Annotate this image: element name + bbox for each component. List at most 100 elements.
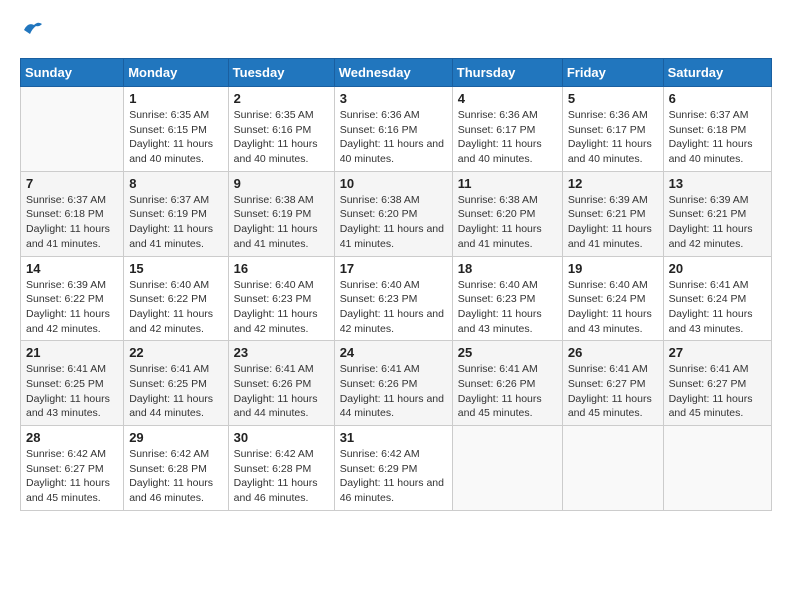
sunrise-text: Sunrise: 6:41 AM	[129, 363, 209, 375]
daylight-text: Daylight: 11 hours and 41 minutes.	[458, 223, 542, 250]
week-row-4: 21 Sunrise: 6:41 AM Sunset: 6:25 PM Dayl…	[21, 341, 772, 426]
sunrise-text: Sunrise: 6:40 AM	[129, 279, 209, 291]
cell-info: Sunrise: 6:41 AM Sunset: 6:27 PM Dayligh…	[568, 362, 658, 421]
cell-info: Sunrise: 6:42 AM Sunset: 6:28 PM Dayligh…	[234, 447, 329, 506]
sunset-text: Sunset: 6:16 PM	[234, 124, 312, 136]
day-number: 21	[26, 345, 118, 360]
week-row-1: 1 Sunrise: 6:35 AM Sunset: 6:15 PM Dayli…	[21, 87, 772, 172]
sunrise-text: Sunrise: 6:39 AM	[26, 279, 106, 291]
day-number: 9	[234, 176, 329, 191]
sunset-text: Sunset: 6:18 PM	[26, 208, 104, 220]
day-number: 2	[234, 91, 329, 106]
day-number: 29	[129, 430, 222, 445]
daylight-text: Daylight: 11 hours and 41 minutes.	[340, 223, 444, 250]
calendar-cell: 29 Sunrise: 6:42 AM Sunset: 6:28 PM Dayl…	[124, 426, 228, 511]
cell-info: Sunrise: 6:35 AM Sunset: 6:16 PM Dayligh…	[234, 108, 329, 167]
day-number: 16	[234, 261, 329, 276]
daylight-text: Daylight: 11 hours and 46 minutes.	[234, 477, 318, 504]
calendar-cell: 5 Sunrise: 6:36 AM Sunset: 6:17 PM Dayli…	[562, 87, 663, 172]
cell-info: Sunrise: 6:37 AM Sunset: 6:19 PM Dayligh…	[129, 193, 222, 252]
sunset-text: Sunset: 6:17 PM	[568, 124, 646, 136]
logo	[20, 20, 44, 48]
sunset-text: Sunset: 6:23 PM	[458, 293, 536, 305]
day-number: 13	[669, 176, 766, 191]
cell-info: Sunrise: 6:40 AM Sunset: 6:24 PM Dayligh…	[568, 278, 658, 337]
day-number: 20	[669, 261, 766, 276]
day-number: 10	[340, 176, 447, 191]
calendar-cell: 10 Sunrise: 6:38 AM Sunset: 6:20 PM Dayl…	[334, 171, 452, 256]
cell-info: Sunrise: 6:41 AM Sunset: 6:26 PM Dayligh…	[234, 362, 329, 421]
calendar-cell: 20 Sunrise: 6:41 AM Sunset: 6:24 PM Dayl…	[663, 256, 771, 341]
daylight-text: Daylight: 11 hours and 40 minutes.	[458, 138, 542, 165]
sunrise-text: Sunrise: 6:39 AM	[568, 194, 648, 206]
sunset-text: Sunset: 6:19 PM	[129, 208, 207, 220]
sunrise-text: Sunrise: 6:35 AM	[129, 109, 209, 121]
daylight-text: Daylight: 11 hours and 46 minutes.	[340, 477, 444, 504]
weekday-header-sunday: Sunday	[21, 59, 124, 87]
cell-info: Sunrise: 6:42 AM Sunset: 6:28 PM Dayligh…	[129, 447, 222, 506]
sunset-text: Sunset: 6:26 PM	[458, 378, 536, 390]
calendar-cell: 2 Sunrise: 6:35 AM Sunset: 6:16 PM Dayli…	[228, 87, 334, 172]
sunset-text: Sunset: 6:27 PM	[26, 463, 104, 475]
sunset-text: Sunset: 6:29 PM	[340, 463, 418, 475]
daylight-text: Daylight: 11 hours and 40 minutes.	[568, 138, 652, 165]
calendar-cell: 9 Sunrise: 6:38 AM Sunset: 6:19 PM Dayli…	[228, 171, 334, 256]
sunrise-text: Sunrise: 6:40 AM	[458, 279, 538, 291]
calendar-cell	[452, 426, 562, 511]
daylight-text: Daylight: 11 hours and 44 minutes.	[129, 393, 213, 420]
day-number: 17	[340, 261, 447, 276]
daylight-text: Daylight: 11 hours and 40 minutes.	[340, 138, 444, 165]
cell-info: Sunrise: 6:39 AM Sunset: 6:22 PM Dayligh…	[26, 278, 118, 337]
calendar-cell: 8 Sunrise: 6:37 AM Sunset: 6:19 PM Dayli…	[124, 171, 228, 256]
day-number: 11	[458, 176, 557, 191]
day-number: 8	[129, 176, 222, 191]
sunrise-text: Sunrise: 6:37 AM	[669, 109, 749, 121]
cell-info: Sunrise: 6:37 AM Sunset: 6:18 PM Dayligh…	[669, 108, 766, 167]
cell-info: Sunrise: 6:40 AM Sunset: 6:23 PM Dayligh…	[234, 278, 329, 337]
weekday-header-thursday: Thursday	[452, 59, 562, 87]
weekday-header-row: SundayMondayTuesdayWednesdayThursdayFrid…	[21, 59, 772, 87]
daylight-text: Daylight: 11 hours and 41 minutes.	[568, 223, 652, 250]
sunset-text: Sunset: 6:23 PM	[340, 293, 418, 305]
day-number: 1	[129, 91, 222, 106]
cell-info: Sunrise: 6:39 AM Sunset: 6:21 PM Dayligh…	[568, 193, 658, 252]
cell-info: Sunrise: 6:42 AM Sunset: 6:27 PM Dayligh…	[26, 447, 118, 506]
sunrise-text: Sunrise: 6:38 AM	[234, 194, 314, 206]
daylight-text: Daylight: 11 hours and 45 minutes.	[669, 393, 753, 420]
sunrise-text: Sunrise: 6:42 AM	[340, 448, 420, 460]
daylight-text: Daylight: 11 hours and 43 minutes.	[669, 308, 753, 335]
page-header	[20, 20, 772, 48]
sunset-text: Sunset: 6:27 PM	[568, 378, 646, 390]
calendar-cell: 11 Sunrise: 6:38 AM Sunset: 6:20 PM Dayl…	[452, 171, 562, 256]
day-number: 28	[26, 430, 118, 445]
sunset-text: Sunset: 6:19 PM	[234, 208, 312, 220]
sunrise-text: Sunrise: 6:35 AM	[234, 109, 314, 121]
calendar-cell: 18 Sunrise: 6:40 AM Sunset: 6:23 PM Dayl…	[452, 256, 562, 341]
day-number: 22	[129, 345, 222, 360]
daylight-text: Daylight: 11 hours and 45 minutes.	[458, 393, 542, 420]
calendar-cell	[562, 426, 663, 511]
day-number: 24	[340, 345, 447, 360]
weekday-header-tuesday: Tuesday	[228, 59, 334, 87]
sunset-text: Sunset: 6:16 PM	[340, 124, 418, 136]
sunrise-text: Sunrise: 6:36 AM	[568, 109, 648, 121]
sunset-text: Sunset: 6:20 PM	[458, 208, 536, 220]
day-number: 31	[340, 430, 447, 445]
day-number: 4	[458, 91, 557, 106]
calendar-table: SundayMondayTuesdayWednesdayThursdayFrid…	[20, 58, 772, 511]
day-number: 18	[458, 261, 557, 276]
cell-info: Sunrise: 6:40 AM Sunset: 6:23 PM Dayligh…	[458, 278, 557, 337]
sunrise-text: Sunrise: 6:42 AM	[26, 448, 106, 460]
sunrise-text: Sunrise: 6:36 AM	[458, 109, 538, 121]
calendar-cell: 28 Sunrise: 6:42 AM Sunset: 6:27 PM Dayl…	[21, 426, 124, 511]
calendar-cell: 24 Sunrise: 6:41 AM Sunset: 6:26 PM Dayl…	[334, 341, 452, 426]
sunrise-text: Sunrise: 6:40 AM	[568, 279, 648, 291]
day-number: 26	[568, 345, 658, 360]
day-number: 3	[340, 91, 447, 106]
cell-info: Sunrise: 6:36 AM Sunset: 6:17 PM Dayligh…	[458, 108, 557, 167]
cell-info: Sunrise: 6:36 AM Sunset: 6:16 PM Dayligh…	[340, 108, 447, 167]
daylight-text: Daylight: 11 hours and 41 minutes.	[26, 223, 110, 250]
calendar-cell: 12 Sunrise: 6:39 AM Sunset: 6:21 PM Dayl…	[562, 171, 663, 256]
cell-info: Sunrise: 6:38 AM Sunset: 6:20 PM Dayligh…	[340, 193, 447, 252]
sunrise-text: Sunrise: 6:41 AM	[26, 363, 106, 375]
